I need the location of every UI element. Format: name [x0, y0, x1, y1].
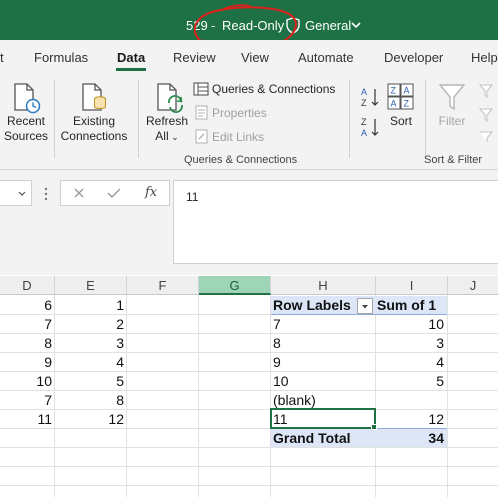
cell-e-value[interactable]: 8	[56, 391, 124, 410]
sort-icon: Z A A Z	[387, 83, 414, 110]
tab-formulas[interactable]: Formulas	[34, 50, 88, 66]
existing-connections-icon	[82, 83, 107, 111]
read-only-label: Read-Only	[222, 18, 285, 33]
row-labels-filter-button[interactable]	[357, 298, 373, 314]
cell-d-value[interactable]: 9	[0, 353, 52, 372]
cell-e-value[interactable]: 3	[56, 334, 124, 353]
edit-links-icon	[195, 129, 208, 144]
chevron-down-icon[interactable]	[18, 191, 26, 197]
pivot-row-label[interactable]: 9	[273, 353, 281, 372]
column-header-j[interactable]: J	[448, 276, 498, 295]
tab-automate[interactable]: Automate	[298, 50, 354, 66]
queries-connections-icon	[193, 82, 209, 96]
pivot-grand-total-label[interactable]: Grand Total	[273, 429, 351, 448]
pivot-row-value[interactable]: 4	[377, 353, 444, 372]
cell-e-value[interactable]: 2	[56, 315, 124, 334]
filter-funnel-icon	[438, 84, 466, 111]
pivot-row-labels-header[interactable]: Row Labels	[273, 296, 351, 315]
formula-bar: fx 11	[0, 170, 498, 275]
svg-text:A: A	[404, 86, 410, 96]
svg-text:Z: Z	[361, 117, 367, 127]
svg-text:Z: Z	[404, 99, 410, 109]
svg-text:A: A	[391, 99, 397, 109]
pivot-row-value[interactable]	[377, 391, 444, 410]
pivot-row-label[interactable]: 10	[273, 372, 289, 391]
cell-e-value[interactable]: 5	[56, 372, 124, 391]
active-tab-indicator	[116, 68, 146, 71]
column-header-i[interactable]: I	[376, 276, 448, 295]
recent-sources-button[interactable]: Recent Sources	[4, 114, 48, 144]
pivot-row-value[interactable]: 10	[377, 315, 444, 334]
group-label-sort-filter: Sort & Filter	[424, 154, 483, 166]
column-header-f[interactable]: F	[127, 276, 199, 295]
sort-z-to-a-icon[interactable]: Z A	[360, 116, 380, 138]
column-header-h[interactable]: H	[271, 276, 376, 295]
sensitivity-label[interactable]: General	[305, 18, 351, 34]
cancel-x-icon[interactable]	[73, 187, 85, 199]
refresh-all-button[interactable]: Refresh All ⌄	[143, 114, 191, 145]
svg-text:Z: Z	[361, 98, 367, 108]
cell-e-value[interactable]: 1	[56, 296, 124, 315]
sort-a-to-z-icon[interactable]: A Z	[360, 86, 380, 108]
svg-text:A: A	[361, 128, 367, 138]
enter-check-icon[interactable]	[107, 187, 121, 199]
cell-d-value[interactable]: 6	[0, 296, 52, 315]
pivot-row-label[interactable]: 7	[273, 315, 281, 334]
group-label-queries: Queries & Connections	[184, 154, 298, 166]
cell-d-value[interactable]: 10	[0, 372, 52, 391]
recent-sources-icon	[14, 83, 41, 114]
formula-value: 11	[186, 190, 199, 204]
title-separator: -	[211, 18, 216, 33]
cell-d-value[interactable]: 8	[0, 334, 52, 353]
insert-function-icon[interactable]: fx	[145, 185, 157, 200]
tab-developer[interactable]: Developer	[384, 50, 443, 66]
ribbon-data: Recent Sources Existing Connections Refr…	[0, 74, 498, 170]
column-header-d[interactable]: D	[0, 276, 55, 295]
active-cell-border	[270, 408, 376, 429]
refresh-all-icon	[157, 83, 183, 113]
column-header-e[interactable]: E	[55, 276, 127, 295]
properties-button[interactable]: Properties	[212, 106, 267, 121]
cell-d-value[interactable]: 7	[0, 315, 52, 334]
sort-button[interactable]: Sort	[384, 114, 418, 129]
cell-d-value[interactable]: 11	[0, 410, 52, 429]
formula-input[interactable]: 11	[173, 180, 498, 264]
formula-buttons: fx	[60, 180, 170, 206]
cell-e-value[interactable]: 12	[56, 410, 124, 429]
dropdown-arrow-icon	[362, 305, 368, 309]
chevron-down-icon: ⌄	[168, 132, 179, 142]
tab-review[interactable]: Review	[173, 50, 216, 66]
file-name: 529	[186, 18, 208, 33]
cell-d-value[interactable]: 7	[0, 391, 52, 410]
pivot-row-value[interactable]: 12	[377, 410, 444, 429]
name-box[interactable]	[0, 180, 32, 206]
clear-reapply-icon[interactable]	[478, 82, 498, 142]
existing-connections-button[interactable]: Existing Connections	[58, 114, 130, 144]
sensitivity-shield-icon[interactable]	[286, 17, 300, 34]
tab-help[interactable]: Help	[471, 50, 498, 66]
ribbon-tabs: t Formulas Data Review View Automate Dev…	[0, 40, 498, 74]
pivot-row-label[interactable]: 8	[273, 334, 281, 353]
queries-connections-button[interactable]: Queries & Connections	[212, 82, 335, 97]
tab-view[interactable]: View	[241, 50, 269, 66]
more-options-icon[interactable]	[44, 187, 48, 201]
properties-icon	[195, 105, 208, 120]
fill-handle[interactable]	[371, 424, 377, 430]
chevron-down-icon[interactable]	[351, 21, 361, 29]
pivot-row-value[interactable]: 5	[377, 372, 444, 391]
edit-links-button[interactable]: Edit Links	[212, 130, 264, 145]
column-header-g[interactable]: G	[199, 276, 271, 295]
pivot-sum-header[interactable]: Sum of 1	[377, 296, 436, 315]
pivot-grand-total-value[interactable]: 34	[377, 429, 444, 448]
tab-data[interactable]: Data	[117, 50, 145, 66]
tab-partial[interactable]: t	[0, 50, 4, 66]
title-bar: 529 - Read-Only General	[0, 0, 498, 40]
svg-text:A: A	[361, 87, 367, 97]
cell-e-value[interactable]: 4	[56, 353, 124, 372]
filter-button[interactable]: Filter	[434, 114, 470, 129]
svg-text:Z: Z	[391, 86, 397, 96]
pivot-row-value[interactable]: 3	[377, 334, 444, 353]
